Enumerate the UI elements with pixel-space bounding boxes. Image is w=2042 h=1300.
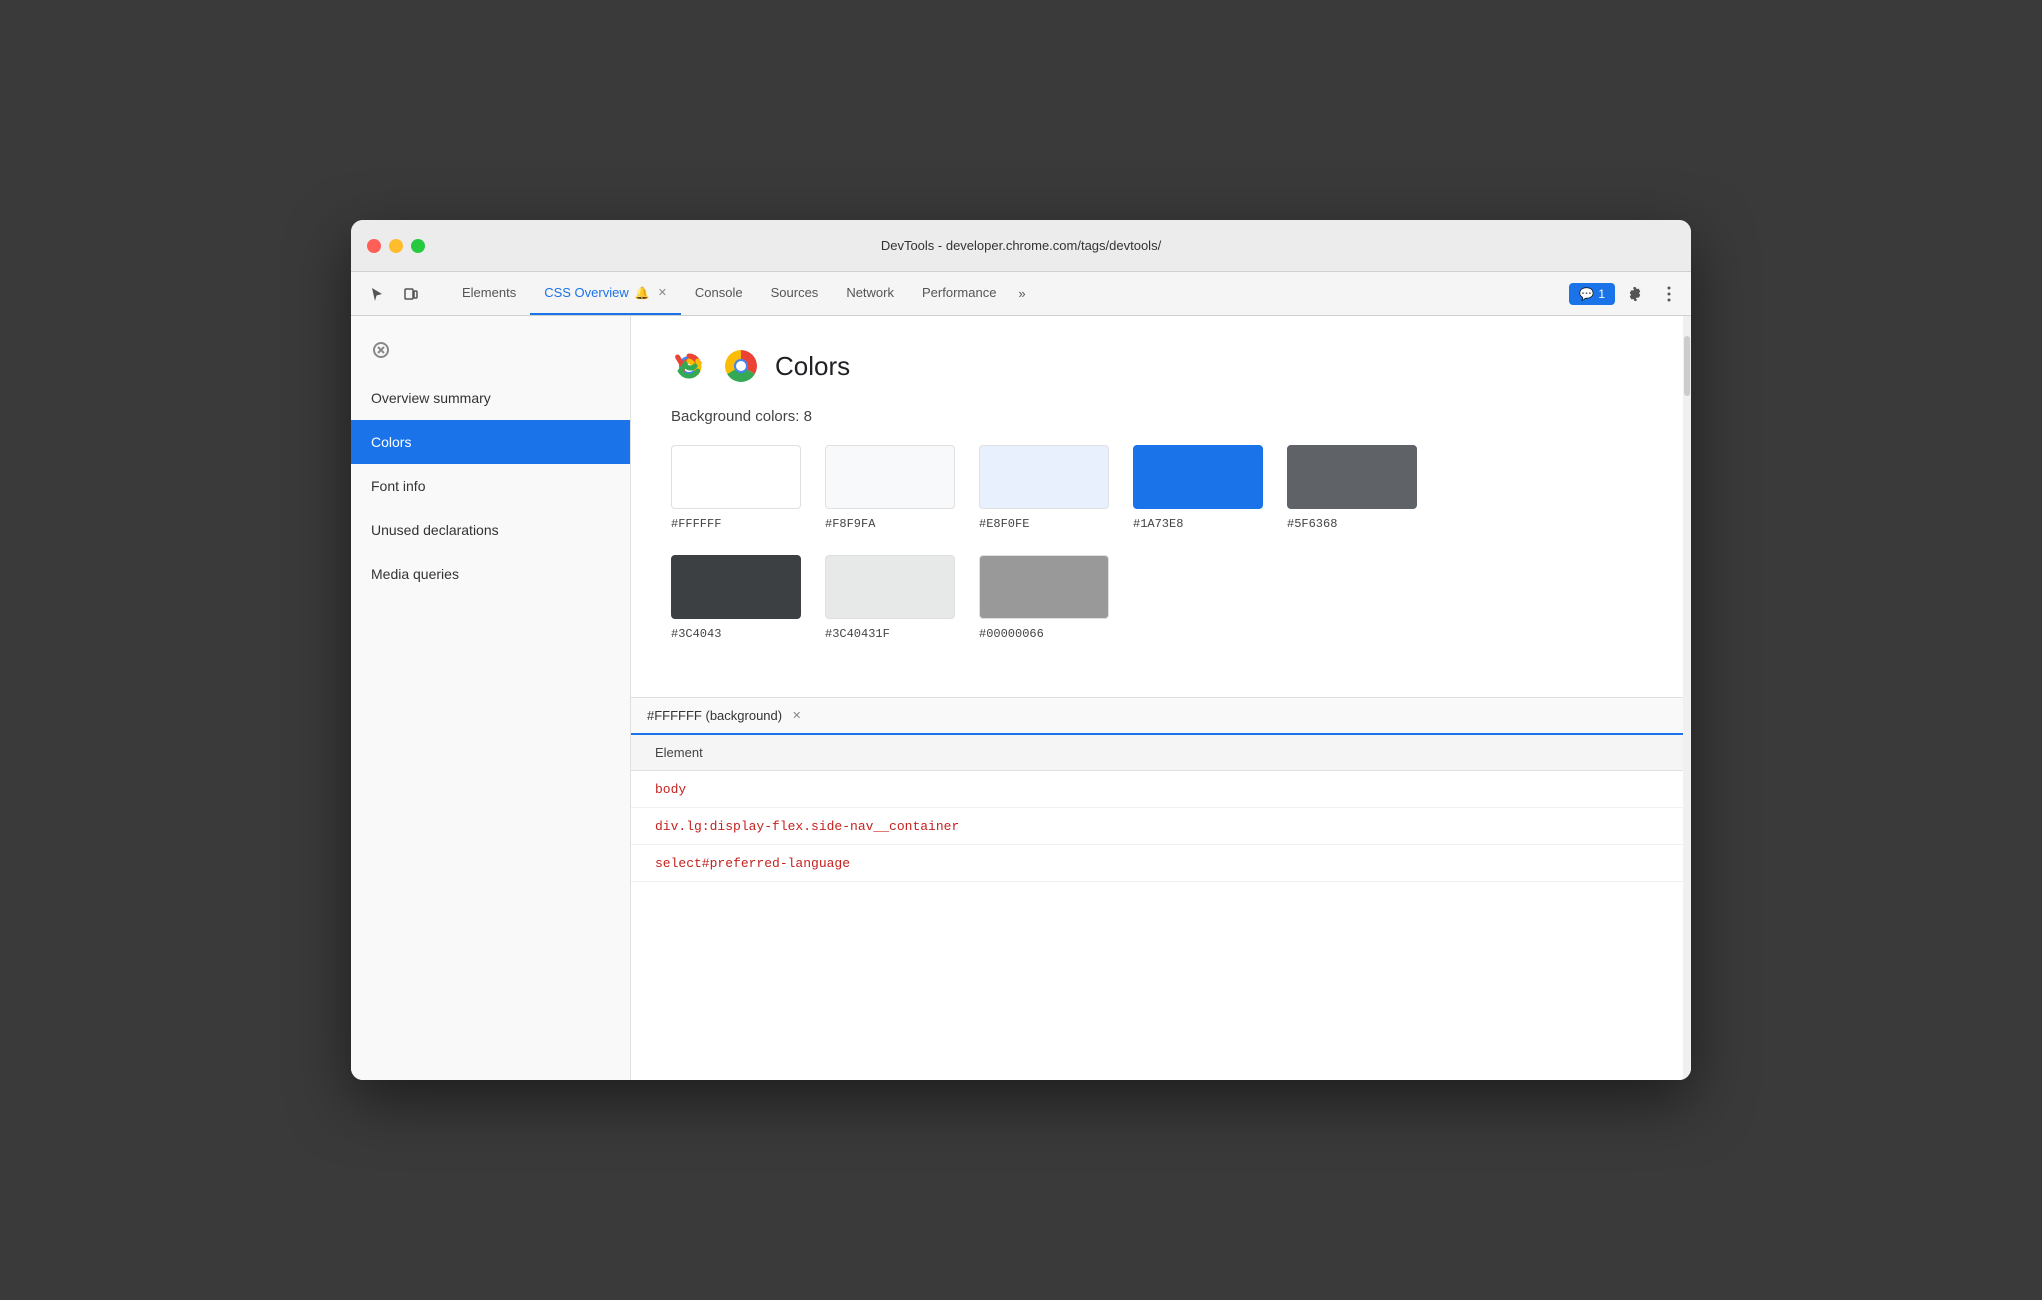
sidebar-item-colors[interactable]: Colors xyxy=(351,420,630,464)
settings-icon[interactable] xyxy=(1621,280,1649,308)
element-row-body[interactable]: body xyxy=(631,771,1683,808)
tab-console[interactable]: Console xyxy=(681,272,757,315)
color-grid-row1: #FFFFFF #F8F9FA #E8F0FE #1A73E8 xyxy=(671,445,1643,531)
swatch-1a73e8 xyxy=(1133,445,1263,509)
device-icon[interactable] xyxy=(397,280,425,308)
traffic-lights xyxy=(351,239,425,253)
title-bar: DevTools - developer.chrome.com/tags/dev… xyxy=(351,220,1691,272)
swatch-f8f9fa xyxy=(825,445,955,509)
tab-network[interactable]: Network xyxy=(832,272,908,315)
background-colors-label: Background colors: 8 xyxy=(671,408,1643,425)
tab-css-overview[interactable]: CSS Overview 🔔 ✕ xyxy=(530,272,681,315)
bottom-tab-close-icon[interactable]: ✕ xyxy=(792,709,801,722)
color-swatch-00000066[interactable]: #00000066 xyxy=(979,555,1109,641)
color-label-00000066: #00000066 xyxy=(979,627,1044,641)
scroll-thumb[interactable] xyxy=(1684,336,1690,396)
sidebar-item-unused-declarations[interactable]: Unused declarations xyxy=(351,508,630,552)
element-column-header: Element xyxy=(631,735,1683,771)
color-label-3c40431f: #3C40431F xyxy=(825,627,890,641)
color-swatch-ffffff[interactable]: #FFFFFF xyxy=(671,445,801,531)
window-title: DevTools - developer.chrome.com/tags/dev… xyxy=(881,238,1161,253)
element-row-select[interactable]: select#preferred-language xyxy=(631,845,1683,882)
swatch-3c40431f xyxy=(825,555,955,619)
section-header: Colors xyxy=(671,348,1643,384)
back-icon[interactable] xyxy=(367,336,395,364)
swatch-e8f0fe xyxy=(979,445,1109,509)
sidebar-item-media-queries[interactable]: Media queries xyxy=(351,552,630,596)
chat-icon: 💬 xyxy=(1579,287,1594,301)
chrome-logo-icon xyxy=(723,348,759,384)
minimize-button[interactable] xyxy=(389,239,403,253)
tab-close-icon[interactable]: ✕ xyxy=(658,286,667,299)
tab-performance[interactable]: Performance xyxy=(908,272,1010,315)
swatch-5f6368 xyxy=(1287,445,1417,509)
sidebar-item-font-info[interactable]: Font info xyxy=(351,464,630,508)
tab-sources[interactable]: Sources xyxy=(757,272,833,315)
color-label-e8f0fe: #E8F0FE xyxy=(979,517,1029,531)
section-title: Colors xyxy=(775,351,850,382)
swatch-00000066 xyxy=(979,555,1109,619)
color-label-3c4043: #3C4043 xyxy=(671,627,721,641)
more-tabs-button[interactable]: » xyxy=(1010,272,1033,315)
devtools-window: DevTools - developer.chrome.com/tags/dev… xyxy=(351,220,1691,1080)
swatch-3c4043 xyxy=(671,555,801,619)
element-link-div[interactable]: div.lg:display-flex.side-nav__container xyxy=(655,819,959,834)
color-label-5f6368: #5F6368 xyxy=(1287,517,1337,531)
element-link-body[interactable]: body xyxy=(655,782,686,797)
color-grid-row2: #3C4043 #3C40431F #00000066 xyxy=(671,555,1643,641)
bottom-panel: #FFFFFF (background) ✕ Element body div.… xyxy=(631,698,1683,1080)
bottom-tab-bar: #FFFFFF (background) ✕ xyxy=(631,698,1683,735)
color-swatch-5f6368[interactable]: #5F6368 xyxy=(1287,445,1417,531)
bottom-tab-ffffff[interactable]: #FFFFFF (background) ✕ xyxy=(647,698,801,733)
color-label-f8f9fa: #F8F9FA xyxy=(825,517,875,531)
tab-elements[interactable]: Elements xyxy=(448,272,530,315)
swatch-ffffff xyxy=(671,445,801,509)
color-swatch-f8f9fa[interactable]: #F8F9FA xyxy=(825,445,955,531)
element-row-div[interactable]: div.lg:display-flex.side-nav__container xyxy=(631,808,1683,845)
maximize-button[interactable] xyxy=(411,239,425,253)
sidebar-top xyxy=(351,324,630,376)
tab-bar: Elements CSS Overview 🔔 ✕ Console Source… xyxy=(351,272,1691,316)
google-chrome-icon xyxy=(671,348,707,384)
color-swatch-3c4043[interactable]: #3C4043 xyxy=(671,555,801,641)
toolbar-icons xyxy=(355,272,448,315)
color-swatch-1a73e8[interactable]: #1A73E8 xyxy=(1133,445,1263,531)
feedback-button[interactable]: 💬 1 xyxy=(1569,283,1615,305)
color-swatch-3c40431f[interactable]: #3C40431F xyxy=(825,555,955,641)
cursor-icon[interactable] xyxy=(363,280,391,308)
color-swatch-e8f0fe[interactable]: #E8F0FE xyxy=(979,445,1109,531)
tab-bar-right: 💬 1 xyxy=(1569,272,1691,315)
main-content: Overview summary Colors Font info Unused… xyxy=(351,316,1691,1080)
sidebar: Overview summary Colors Font info Unused… xyxy=(351,316,631,1080)
bell-icon: 🔔 xyxy=(635,286,650,300)
color-label-ffffff: #FFFFFF xyxy=(671,517,721,531)
color-label-1a73e8: #1A73E8 xyxy=(1133,517,1183,531)
colors-section: Colors Background colors: 8 #FFFFFF #F8F… xyxy=(631,316,1683,698)
element-link-select[interactable]: select#preferred-language xyxy=(655,856,850,871)
more-options-icon[interactable] xyxy=(1655,280,1683,308)
scrollbar[interactable] xyxy=(1683,316,1691,1080)
sidebar-item-overview[interactable]: Overview summary xyxy=(351,376,630,420)
close-button[interactable] xyxy=(367,239,381,253)
